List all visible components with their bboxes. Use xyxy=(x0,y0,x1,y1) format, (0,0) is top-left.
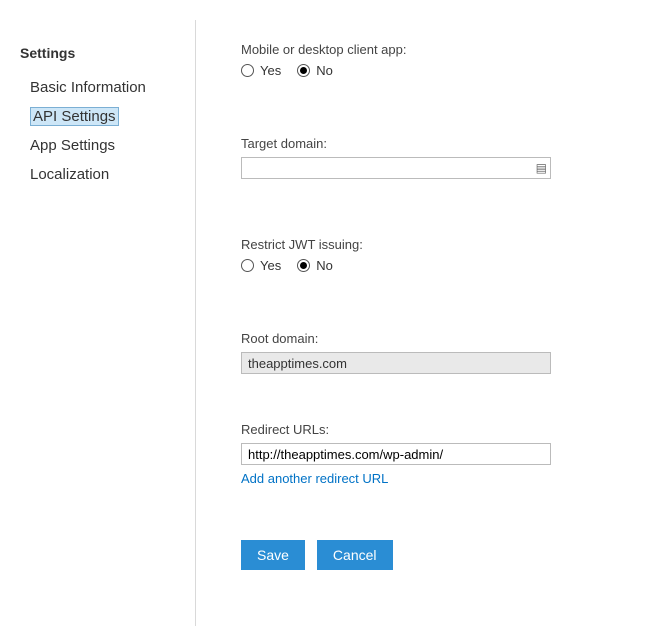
sidebar: Settings Basic Information API Settings … xyxy=(0,0,195,626)
redirect-urls-label: Redirect URLs: xyxy=(241,422,623,437)
root-domain-field: Root domain: xyxy=(241,331,623,374)
sidebar-item-localization[interactable]: Localization xyxy=(20,160,195,189)
restrict-jwt-field: Restrict JWT issuing: Yes No xyxy=(241,237,623,273)
sidebar-item-basic-information[interactable]: Basic Information xyxy=(20,73,195,102)
target-domain-label: Target domain: xyxy=(241,136,623,151)
root-domain-label: Root domain: xyxy=(241,331,623,346)
root-domain-input xyxy=(241,352,551,374)
sidebar-item-app-settings[interactable]: App Settings xyxy=(20,131,195,160)
sidebar-heading: Settings xyxy=(20,45,195,61)
client-app-yes-label: Yes xyxy=(260,63,281,78)
restrict-jwt-label: Restrict JWT issuing: xyxy=(241,237,623,252)
restrict-jwt-yes-radio[interactable] xyxy=(241,259,254,272)
redirect-urls-field: Redirect URLs: Add another redirect URL xyxy=(241,422,623,486)
save-button[interactable]: Save xyxy=(241,540,305,570)
target-domain-field: Target domain: ▤ xyxy=(241,136,623,179)
client-app-no-label: No xyxy=(316,63,333,78)
cancel-button[interactable]: Cancel xyxy=(317,540,393,570)
client-app-no-radio[interactable] xyxy=(297,64,310,77)
restrict-jwt-no-label: No xyxy=(316,258,333,273)
client-app-radio-group: Yes No xyxy=(241,63,623,78)
client-app-field: Mobile or desktop client app: Yes No xyxy=(241,42,623,78)
action-buttons: Save Cancel xyxy=(241,540,623,570)
target-domain-input[interactable] xyxy=(241,157,551,179)
sidebar-item-api-settings[interactable]: API Settings xyxy=(20,102,195,131)
redirect-url-input[interactable] xyxy=(241,443,551,465)
add-redirect-url-link[interactable]: Add another redirect URL xyxy=(241,471,388,486)
client-app-yes-radio[interactable] xyxy=(241,64,254,77)
restrict-jwt-yes-label: Yes xyxy=(260,258,281,273)
radio-selected-dot xyxy=(300,67,307,74)
client-app-label: Mobile or desktop client app: xyxy=(241,42,623,57)
sidebar-nav: Basic Information API Settings App Setti… xyxy=(20,73,195,189)
settings-page: Settings Basic Information API Settings … xyxy=(0,0,663,626)
restrict-jwt-radio-group: Yes No xyxy=(241,258,623,273)
radio-selected-dot xyxy=(300,262,307,269)
main-panel: Mobile or desktop client app: Yes No Tar… xyxy=(196,0,663,626)
restrict-jwt-no-radio[interactable] xyxy=(297,259,310,272)
